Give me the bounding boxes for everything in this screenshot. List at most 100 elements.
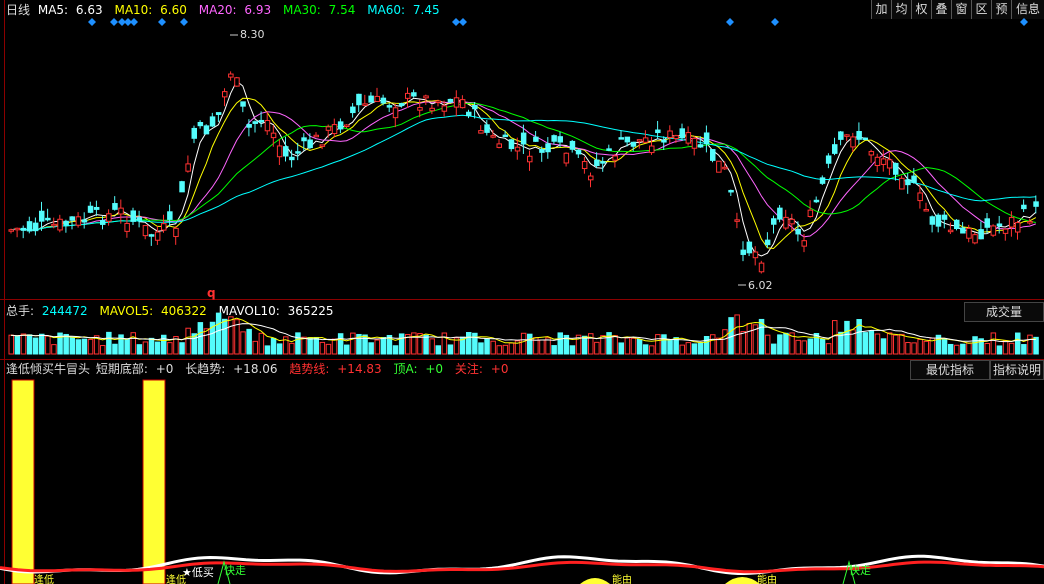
candle	[594, 152, 600, 169]
volume-bar	[1002, 340, 1009, 355]
candle	[740, 241, 746, 262]
volume-bar	[429, 338, 435, 355]
candle	[301, 133, 307, 151]
candle	[929, 215, 936, 233]
candle	[319, 144, 326, 150]
volume-bar	[655, 334, 661, 355]
candle	[69, 216, 75, 230]
signal-diamonds	[88, 18, 1028, 26]
candle	[356, 93, 362, 113]
candle	[728, 189, 734, 196]
candle	[142, 225, 149, 240]
candle	[551, 134, 557, 145]
candle	[905, 173, 911, 194]
candle	[325, 124, 332, 138]
candle	[307, 133, 313, 150]
candle	[1021, 199, 1027, 213]
candle	[533, 131, 539, 142]
ma-line	[10, 102, 1036, 231]
high-annotation: 8.30	[230, 28, 265, 41]
volume-bar	[679, 344, 685, 355]
volume-bar	[710, 334, 716, 355]
signal-diamond-icon	[1020, 18, 1028, 26]
fast-run-signal-2: 快走	[849, 564, 871, 577]
candle	[886, 152, 893, 176]
candle	[209, 112, 216, 128]
fast-run-signal-1: 快走	[224, 564, 246, 577]
candle	[87, 201, 94, 214]
volume-bar	[130, 332, 136, 355]
volume-bar	[20, 333, 27, 355]
candle	[978, 221, 984, 240]
volume-bar	[472, 332, 478, 355]
candle	[868, 149, 875, 163]
volume-bar	[868, 330, 875, 355]
volume-bar	[740, 331, 746, 355]
candle	[899, 175, 905, 190]
volume-bar	[923, 340, 929, 355]
volume-bar	[185, 327, 191, 355]
volume-bar	[496, 345, 502, 355]
high-price-label: 8.30	[240, 28, 265, 41]
candle	[941, 210, 948, 229]
volume-bar	[795, 339, 801, 355]
signal-diamond-icon	[158, 18, 166, 26]
volume-bar	[124, 338, 130, 355]
candle	[795, 221, 801, 242]
volume-bar	[960, 343, 966, 355]
candle	[130, 207, 136, 225]
price-chart[interactable]: 8.30 6.02 q	[0, 0, 1044, 300]
candle	[874, 153, 881, 173]
volume-bar	[142, 341, 149, 355]
candle	[893, 162, 899, 181]
volume-bar	[947, 343, 954, 355]
indicator-chart[interactable]: ★低买 快走 快走 逢低 逢低 能由 能由	[0, 360, 1044, 584]
volume-bar	[825, 343, 832, 355]
volume-bar	[197, 322, 204, 355]
volume-bar	[276, 343, 283, 355]
volume-bar	[612, 335, 618, 355]
candle	[240, 101, 246, 113]
volume-bar	[331, 338, 338, 355]
candle	[618, 130, 624, 140]
volume-bar	[75, 339, 82, 355]
candle	[813, 196, 820, 204]
candle	[270, 125, 277, 147]
q-marker: q	[207, 286, 216, 300]
candle	[880, 149, 887, 172]
volume-bar	[508, 342, 515, 355]
tiny-signal-4: 能由	[757, 573, 777, 584]
candle	[703, 125, 710, 153]
volume-bar	[325, 343, 332, 355]
volume-bar	[661, 334, 667, 355]
volume-bar	[594, 341, 600, 355]
candle	[313, 132, 319, 138]
candle	[344, 124, 350, 129]
volume-bar	[100, 345, 106, 355]
volume-chart[interactable]	[0, 300, 1044, 360]
candle	[234, 76, 240, 87]
candlesticks	[8, 71, 1039, 274]
candle	[191, 125, 197, 144]
candle	[32, 217, 39, 236]
volume-bar	[1027, 334, 1033, 355]
yellow-bottom-bars	[11, 379, 760, 584]
volume-bar	[398, 333, 405, 355]
volume-bar	[893, 334, 899, 355]
volume-bar	[716, 337, 722, 355]
volume-bar	[179, 342, 185, 355]
candle	[710, 149, 716, 163]
low-annotation: 6.02	[738, 279, 773, 292]
candle	[990, 224, 997, 238]
candle	[466, 109, 472, 119]
candle	[642, 130, 649, 144]
candle	[752, 246, 759, 266]
candle	[758, 260, 765, 274]
candle	[862, 137, 868, 141]
candle	[649, 136, 655, 155]
volume-bar	[722, 329, 728, 355]
candle	[636, 139, 643, 149]
candle	[508, 138, 515, 152]
signal-diamond-icon	[130, 18, 138, 26]
volume-bar	[167, 342, 173, 355]
